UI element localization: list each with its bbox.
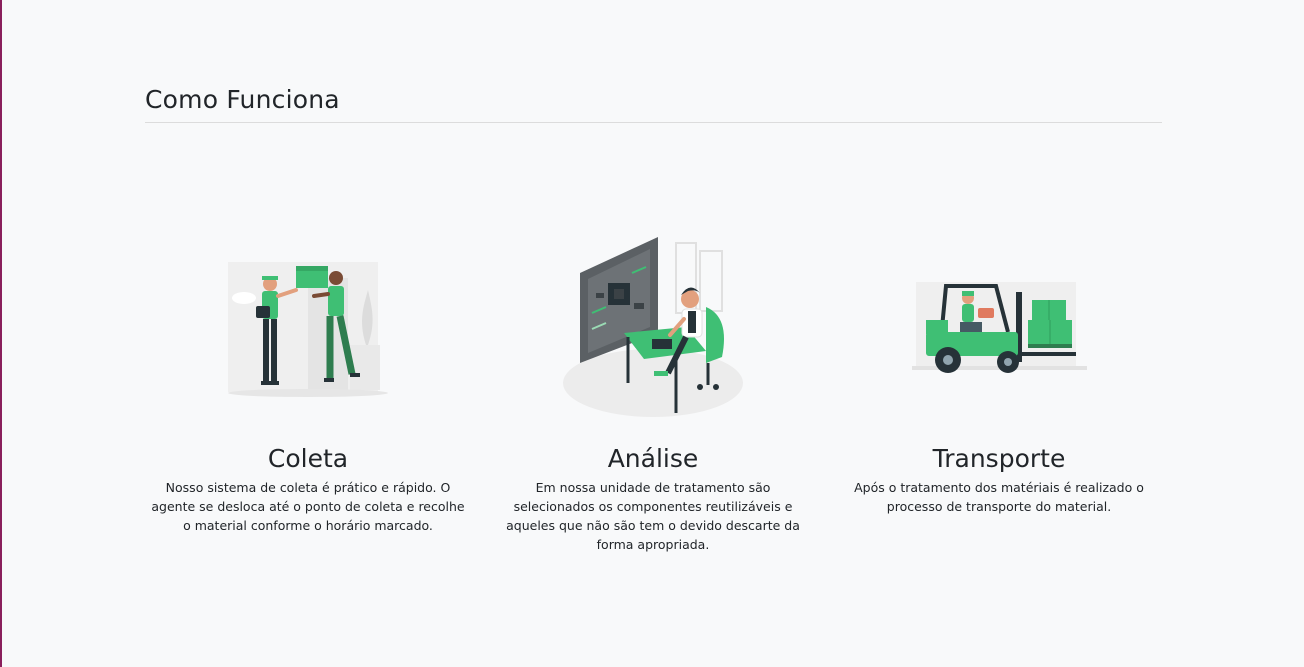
step-description: Em nossa unidade de tratamento são selec… [506,480,800,552]
step-card-transporte: Transporte Após o tratamento dos matéria… [829,230,1169,516]
how-it-works-section: Como Funciona [145,84,1162,123]
window-edge [0,0,2,667]
forklift-icon [829,230,1169,420]
step-title: Coleta [267,444,349,473]
section-title: Como Funciona [145,85,340,114]
section-divider [145,122,1162,123]
step-title: Transporte [932,444,1066,473]
step-card-coleta: Coleta Nosso sistema de coleta é prático… [138,230,478,535]
delivery-people-icon [138,230,478,420]
step-description: Nosso sistema de coleta é prático e rápi… [151,480,465,533]
step-card-analise: Análise Em nossa unidade de tratamento s… [483,230,823,554]
circuit-board-technician-icon [483,230,823,420]
step-description: Após o tratamento dos matériais é realiz… [854,480,1144,514]
step-title: Análise [607,444,699,473]
